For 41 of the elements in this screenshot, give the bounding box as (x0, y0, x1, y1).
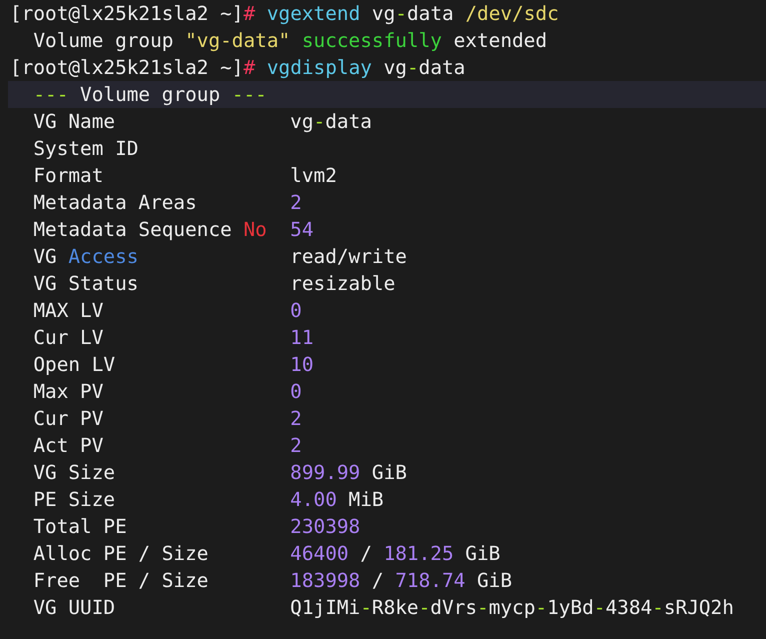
output-line: Volume group "vg-data" successfully extended (33, 28, 548, 54)
property-value: 0 (290, 298, 303, 324)
property-value: Q1jIMi-R8ke-dVrs-mycp-1yBd-4384-sRJQ2h (290, 595, 735, 621)
property-label: Cur LV (33, 325, 104, 351)
property-value: 183998 / 718.74 GiB (290, 568, 513, 594)
property-value: 0 (290, 379, 303, 405)
property-label: System ID (33, 136, 140, 162)
property-value: 11 (290, 325, 315, 351)
property-label: Metadata Areas (33, 190, 198, 216)
property-label: MAX LV (33, 298, 104, 324)
property-label: Max PV (33, 379, 104, 405)
property-label: VG Status (33, 271, 140, 297)
property-label: PE Size (33, 487, 116, 513)
property-value: 46400 / 181.25 GiB (290, 541, 502, 567)
section-header: --- Volume group --- (33, 82, 267, 108)
property-label: Cur PV (33, 406, 104, 432)
property-value: read/write (290, 244, 408, 270)
property-value: 4.00 MiB (290, 487, 385, 513)
command-line: [root@lx25k21sla2 ~]# vgdisplay vg-data (10, 55, 466, 81)
property-label: VG Size (33, 460, 116, 486)
property-label: Format (33, 163, 104, 189)
property-value: 2 (290, 433, 303, 459)
property-label: VG Name (33, 109, 116, 135)
property-label: Metadata Sequence No (33, 217, 268, 243)
property-label: Alloc PE / Size (33, 541, 210, 567)
property-label: Act PV (33, 433, 104, 459)
command-line: [root@lx25k21sla2 ~]# vgextend vg-data /dev/sdc (10, 1, 559, 27)
property-label: Free PE / Size (33, 568, 210, 594)
property-value: 2 (290, 190, 303, 216)
property-value: resizable (290, 271, 396, 297)
property-value: 230398 (290, 514, 362, 540)
property-label: VG UUID (33, 595, 116, 621)
property-value: lvm2 (290, 163, 338, 189)
property-value: 54 (290, 217, 315, 243)
property-value: 899.99 GiB (290, 460, 408, 486)
property-label: VG Access (33, 244, 140, 270)
property-value: 10 (290, 352, 315, 378)
property-label: Total PE (33, 514, 128, 540)
property-value: vg-data (290, 109, 373, 135)
property-value: 2 (290, 406, 303, 432)
property-label: Open LV (33, 352, 116, 378)
